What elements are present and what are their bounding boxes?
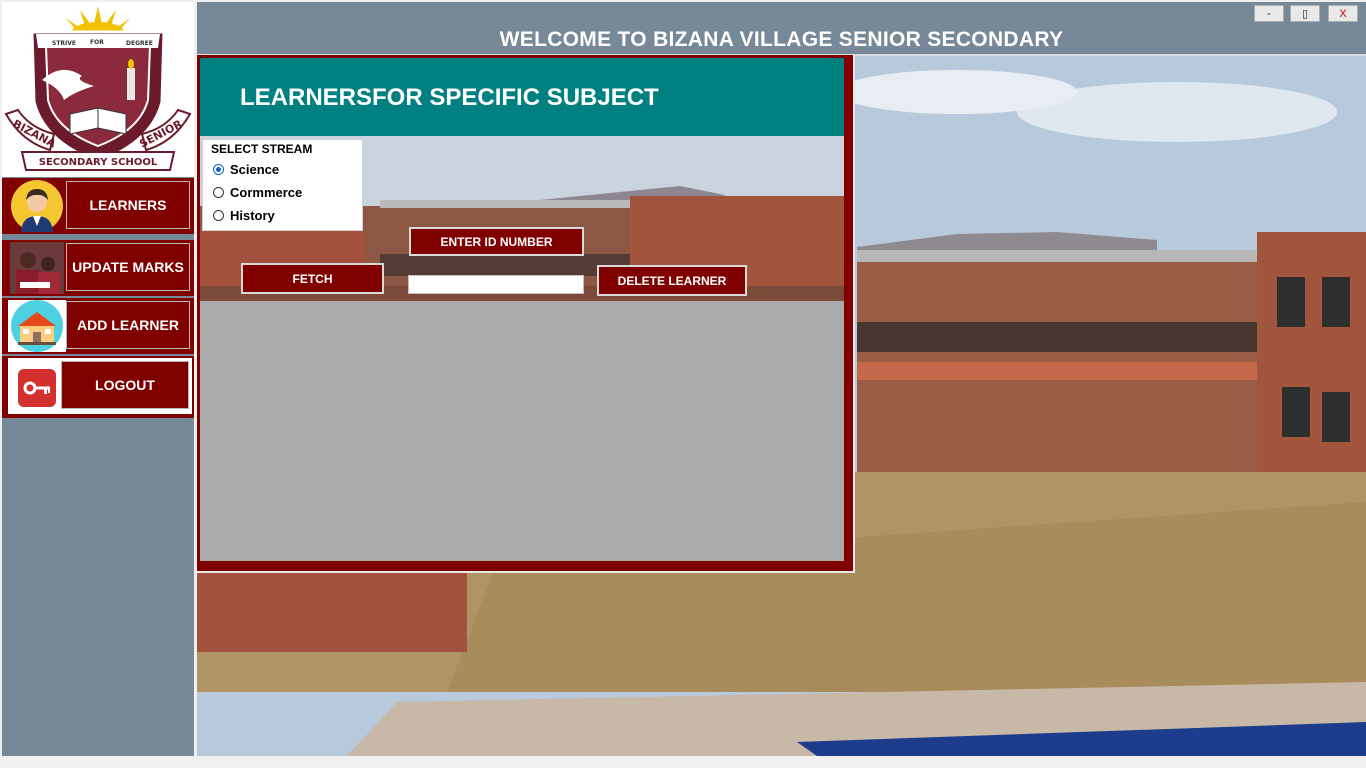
logo-motto-right: DEGREE [126, 40, 153, 47]
maximize-button[interactable]: ▯ [1290, 5, 1320, 22]
enter-id-number-button[interactable]: ENTER ID NUMBER [409, 227, 584, 256]
close-button[interactable]: X [1328, 5, 1358, 22]
page-title: WELCOME TO BIZANA VILLAGE SENIOR SECONDA… [499, 28, 1064, 51]
select-stream-group: SELECT STREAM Science Cormmerce History [202, 139, 363, 231]
logo-motto-center: FOR [90, 39, 104, 46]
learners-button[interactable]: LEARNERS [66, 181, 190, 229]
title-bar: WELCOME TO BIZANA VILLAGE SENIOR SECONDA… [197, 2, 1366, 56]
radio-science-label: Science [230, 162, 280, 177]
logo-motto-left: STRIVE [52, 40, 76, 47]
school-crest-icon: STRIVE FOR DEGREE BIZANA SENIOR SECONDAR… [4, 6, 192, 171]
sidebar-item-logout[interactable]: LOGOUT [2, 356, 194, 418]
delete-learner-button[interactable]: DELETE LEARNER [597, 265, 747, 296]
update-marks-button[interactable]: UPDATE MARKS [66, 243, 190, 291]
radio-commerce[interactable]: Cormmerce [213, 185, 302, 200]
sidebar-item-update-marks[interactable]: UPDATE MARKS [2, 240, 194, 296]
minimize-button[interactable]: - [1254, 5, 1284, 22]
school-logo: STRIVE FOR DEGREE BIZANA SENIOR SECONDAR… [2, 2, 194, 177]
sidebar: STRIVE FOR DEGREE BIZANA SENIOR SECONDAR… [2, 2, 194, 756]
radio-checked-icon [213, 164, 224, 175]
fetch-button[interactable]: FETCH [241, 263, 384, 294]
add-learner-button[interactable]: ADD LEARNER [66, 301, 190, 349]
learners-subject-panel: LEARNERSFOR SPECIFIC SUBJECT SELECT STRE… [197, 55, 855, 573]
school-building-icon [8, 300, 66, 352]
radio-commerce-label: Cormmerce [230, 185, 303, 200]
logout-button[interactable]: LOGOUT [61, 361, 189, 409]
panel-title: LEARNERSFOR SPECIFIC SUBJECT [240, 84, 659, 111]
radio-science[interactable]: Science [213, 162, 279, 177]
students-photo-icon [8, 242, 66, 294]
radio-unchecked-icon [213, 210, 224, 221]
sidebar-item-add-learner[interactable]: ADD LEARNER [2, 298, 194, 354]
id-number-input[interactable] [408, 275, 584, 294]
sidebar-item-learners[interactable]: LEARNERS [2, 178, 194, 234]
panel-header: LEARNERSFOR SPECIFIC SUBJECT [200, 58, 844, 136]
radio-history[interactable]: History [213, 208, 275, 223]
radio-unchecked-icon [213, 187, 224, 198]
logo-banner-bottom: SECONDARY SCHOOL [39, 157, 158, 168]
learners-data-grid[interactable] [200, 301, 844, 561]
select-stream-legend: SELECT STREAM [211, 142, 313, 156]
radio-history-label: History [230, 208, 275, 223]
key-icon [8, 362, 66, 414]
student-avatar-icon [8, 180, 66, 232]
